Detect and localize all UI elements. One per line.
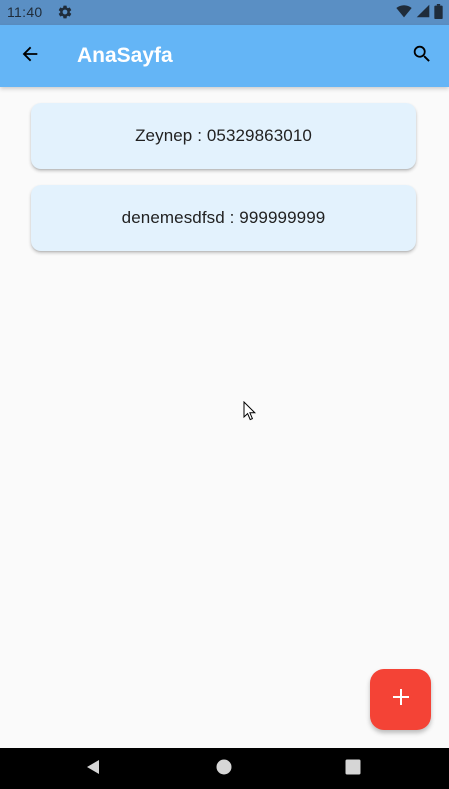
page-title: AnaSayfa	[77, 44, 173, 67]
add-contact-button[interactable]	[370, 669, 431, 730]
status-icons	[396, 3, 443, 22]
back-button[interactable]	[8, 34, 52, 78]
app-bar: AnaSayfa	[0, 25, 449, 87]
signal-icon	[416, 4, 430, 21]
contact-list: Zeynep : 05329863010 denemesdfsd : 99999…	[0, 87, 449, 748]
settings-icon	[57, 4, 73, 20]
screen: 11:40 AnaSayfa Zeynep: 05329863010 dene…	[0, 0, 449, 789]
nav-home-icon	[215, 758, 233, 781]
contact-card-text: Zeynep : 05329863010	[135, 126, 312, 145]
contact-card[interactable]: Zeynep : 05329863010	[31, 103, 416, 169]
contact-card-text: denemesdfsd : 999999999	[121, 208, 326, 227]
nav-recents-button[interactable]	[340, 756, 366, 782]
search-button[interactable]	[400, 34, 444, 78]
mouse-cursor-icon	[243, 400, 257, 421]
nav-recents-icon	[344, 758, 362, 781]
wifi-icon	[396, 4, 412, 21]
add-icon	[391, 687, 411, 712]
nav-back-button[interactable]	[80, 756, 106, 782]
system-nav-bar	[0, 748, 449, 789]
nav-home-button[interactable]	[211, 756, 237, 782]
arrow-back-icon	[19, 43, 41, 70]
battery-icon	[434, 3, 443, 22]
nav-back-icon	[84, 758, 102, 781]
status-bar: 11:40	[0, 0, 449, 25]
status-time: 11:40	[7, 4, 43, 20]
search-icon	[411, 43, 433, 70]
contact-card[interactable]: denemesdfsd : 999999999	[31, 185, 416, 251]
